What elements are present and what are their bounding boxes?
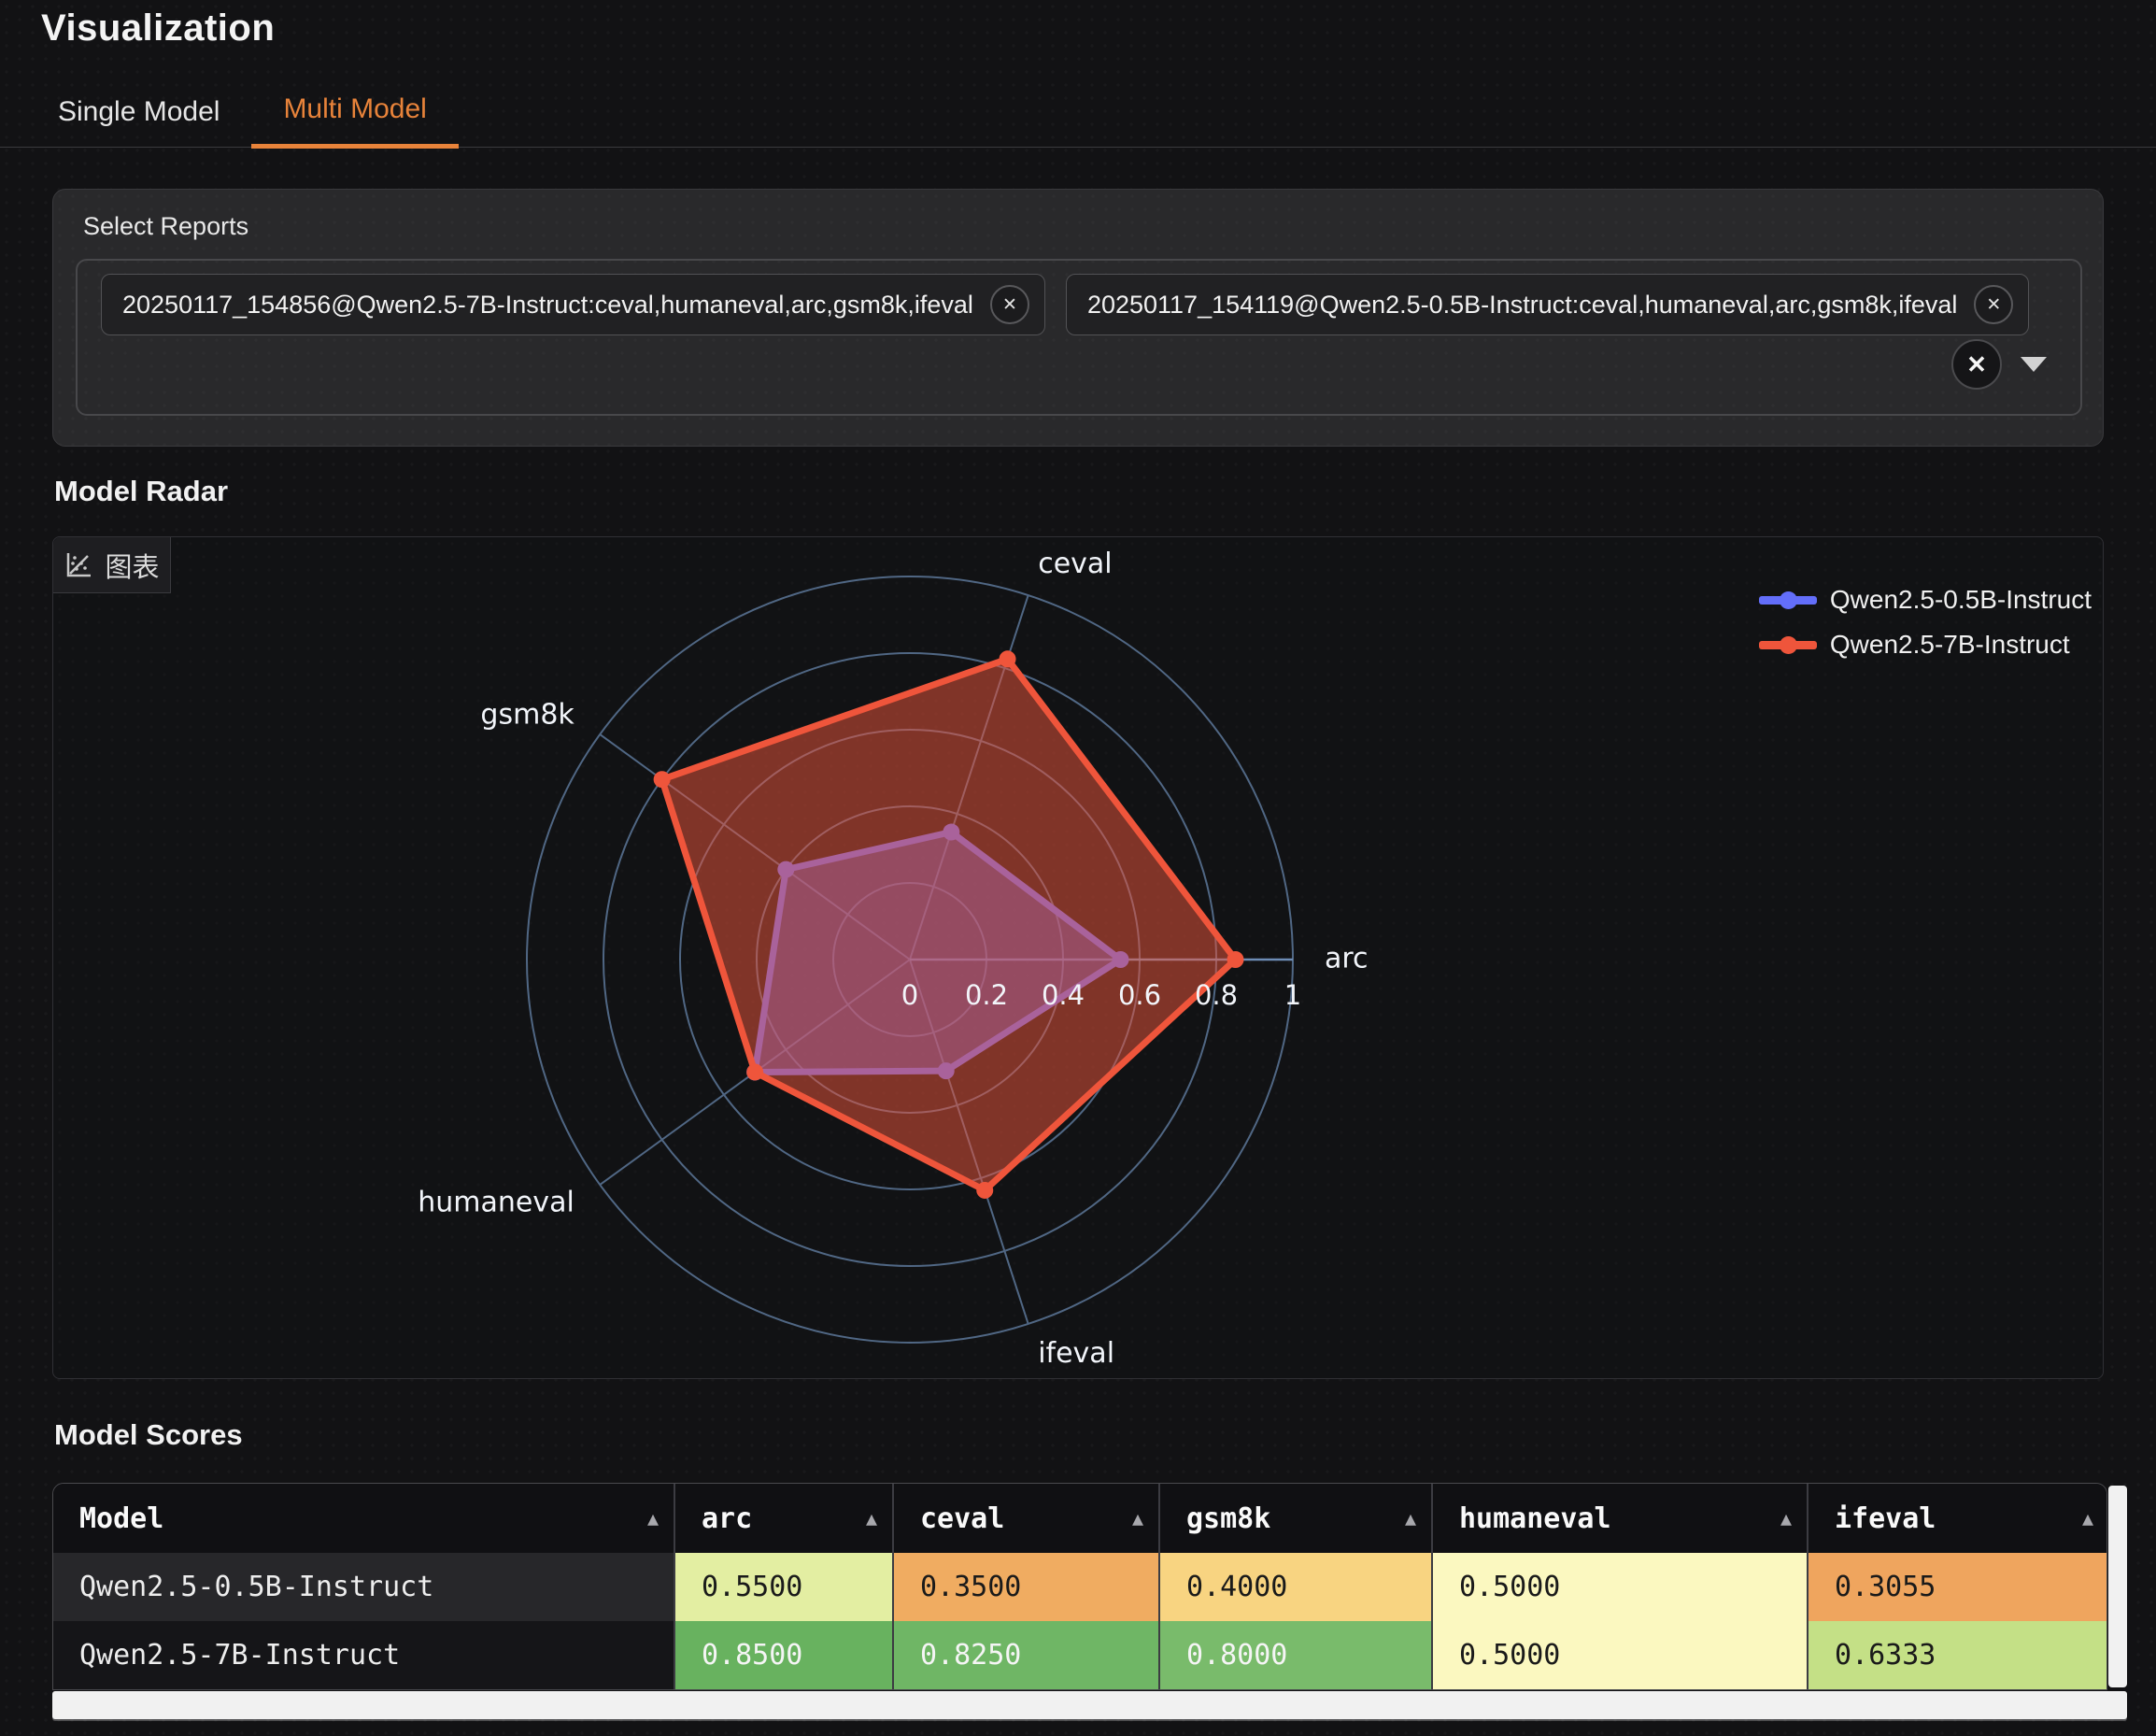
chevron-down-icon[interactable] xyxy=(2021,357,2047,372)
chart-tab[interactable]: 图表 xyxy=(53,537,171,593)
legend-marker xyxy=(1780,636,1797,654)
score-cell-arc: 0.8500 xyxy=(674,1621,892,1689)
score-cell-ifeval: 0.6333 xyxy=(1807,1621,2107,1689)
legend-marker xyxy=(1780,591,1797,609)
sort-arrow-icon: ▲ xyxy=(866,1507,877,1530)
selected-report-chips: 20250117_154856@Qwen2.5-7B-Instruct:ceva… xyxy=(101,274,2029,335)
score-cell-gsm8k: 0.8000 xyxy=(1158,1621,1431,1689)
col-header-label: humaneval xyxy=(1459,1502,1611,1535)
svg-text:0.2: 0.2 xyxy=(965,979,1008,1011)
svg-text:humaneval: humaneval xyxy=(418,1186,574,1218)
col-header-gsm8k[interactable]: gsm8k ▲ xyxy=(1158,1484,1431,1553)
sort-arrow-icon: ▲ xyxy=(1780,1507,1792,1530)
model-scores-heading: Model Scores xyxy=(54,1418,243,1452)
svg-text:1: 1 xyxy=(1284,979,1301,1011)
score-cell-ifeval: 0.3055 xyxy=(1807,1553,2107,1621)
select-reports-panel: Select Reports 20250117_154856@Qwen2.5-7… xyxy=(52,189,2104,447)
sort-arrow-icon: ▲ xyxy=(1405,1507,1416,1530)
legend-item[interactable]: Qwen2.5-0.5B-Instruct xyxy=(1759,582,2092,618)
col-header-label: ceval xyxy=(920,1502,1004,1535)
svg-text:arc: arc xyxy=(1325,943,1369,975)
col-header-humaneval[interactable]: humaneval ▲ xyxy=(1431,1484,1807,1553)
select-reports-label: Select Reports xyxy=(83,212,248,241)
score-cell-humaneval: 0.5000 xyxy=(1431,1621,1807,1689)
model-scores-table: Model ▲ arc ▲ ceval ▲ gsm8k ▲ humaneval … xyxy=(52,1483,2107,1690)
scatter-chart-icon xyxy=(64,550,93,580)
report-chip-text: 20250117_154119@Qwen2.5-0.5B-Instruct:ce… xyxy=(1087,291,1957,320)
chip-remove-icon[interactable]: ✕ xyxy=(990,285,1029,324)
svg-text:ifeval: ifeval xyxy=(1038,1337,1114,1370)
tab-multi-model[interactable]: Multi Model xyxy=(251,80,458,149)
sort-arrow-icon: ▲ xyxy=(647,1507,659,1530)
legend-swatch xyxy=(1759,627,1817,662)
report-chip: 20250117_154856@Qwen2.5-7B-Instruct:ceva… xyxy=(101,274,1045,335)
svg-text:0.8: 0.8 xyxy=(1195,979,1238,1011)
legend-swatch xyxy=(1759,582,1817,618)
score-cell-gsm8k: 0.4000 xyxy=(1158,1553,1431,1621)
col-header-label: gsm8k xyxy=(1186,1502,1270,1535)
col-header-ifeval[interactable]: ifeval ▲ xyxy=(1807,1484,2107,1553)
score-cell-arc: 0.5500 xyxy=(674,1553,892,1621)
select-controls: ✕ xyxy=(1951,339,2047,390)
col-header-label: Model xyxy=(79,1502,163,1535)
col-header-model[interactable]: Model ▲ xyxy=(53,1484,674,1553)
table-horizontal-scrollbar[interactable] xyxy=(52,1691,2127,1719)
tab-single-model[interactable]: Single Model xyxy=(26,83,251,147)
model-scores-table-wrap: Model ▲ arc ▲ ceval ▲ gsm8k ▲ humaneval … xyxy=(52,1483,2107,1690)
legend-label: Qwen2.5-7B-Instruct xyxy=(1830,630,2070,660)
model-radar-heading: Model Radar xyxy=(54,475,228,508)
legend-label: Qwen2.5-0.5B-Instruct xyxy=(1830,585,2092,615)
clear-all-icon[interactable]: ✕ xyxy=(1951,339,2002,390)
tabbar: Single Model Multi Model xyxy=(0,80,2156,148)
svg-text:0.6: 0.6 xyxy=(1118,979,1161,1011)
sort-arrow-icon: ▲ xyxy=(2082,1507,2093,1530)
col-header-arc[interactable]: arc ▲ xyxy=(674,1484,892,1553)
report-chip: 20250117_154119@Qwen2.5-0.5B-Instruct:ce… xyxy=(1066,274,2029,335)
reports-multiselect[interactable]: 20250117_154856@Qwen2.5-7B-Instruct:ceva… xyxy=(76,259,2082,416)
sort-arrow-icon: ▲ xyxy=(1132,1507,1143,1530)
report-chip-text: 20250117_154856@Qwen2.5-7B-Instruct:ceva… xyxy=(122,291,973,320)
chart-legend: Qwen2.5-0.5B-Instruct Qwen2.5-7B-Instruc… xyxy=(1759,582,2092,662)
score-cell-humaneval: 0.5000 xyxy=(1431,1553,1807,1621)
svg-text:0: 0 xyxy=(901,979,918,1011)
col-header-label: arc xyxy=(702,1502,752,1535)
radar-chart: 0 0.2 0.4 0.6 0.8 1 arc ceval gsm8k humaneval ifev… xyxy=(53,537,2105,1380)
col-header-label: ifeval xyxy=(1835,1502,1936,1535)
svg-text:gsm8k: gsm8k xyxy=(480,699,574,732)
chart-tab-label: 图表 xyxy=(105,546,159,585)
score-cell-ceval: 0.8250 xyxy=(892,1621,1158,1689)
score-cell-ceval: 0.3500 xyxy=(892,1553,1158,1621)
svg-text:ceval: ceval xyxy=(1038,548,1112,580)
table-vertical-scrollbar[interactable] xyxy=(2108,1486,2127,1687)
model-name-cell: Qwen2.5-0.5B-Instruct xyxy=(53,1553,674,1621)
chip-remove-icon[interactable]: ✕ xyxy=(1974,285,2013,324)
page-title: Visualization xyxy=(41,7,275,50)
svg-text:0.4: 0.4 xyxy=(1042,979,1085,1011)
legend-item[interactable]: Qwen2.5-7B-Instruct xyxy=(1759,627,2092,662)
radar-chart-panel: 0 0.2 0.4 0.6 0.8 1 arc ceval gsm8k humaneval ifev… xyxy=(52,536,2104,1379)
col-header-ceval[interactable]: ceval ▲ xyxy=(892,1484,1158,1553)
model-name-cell: Qwen2.5-7B-Instruct xyxy=(53,1621,674,1689)
visualization-page: { "header": { "title": "Visualization" }… xyxy=(0,0,2156,1736)
